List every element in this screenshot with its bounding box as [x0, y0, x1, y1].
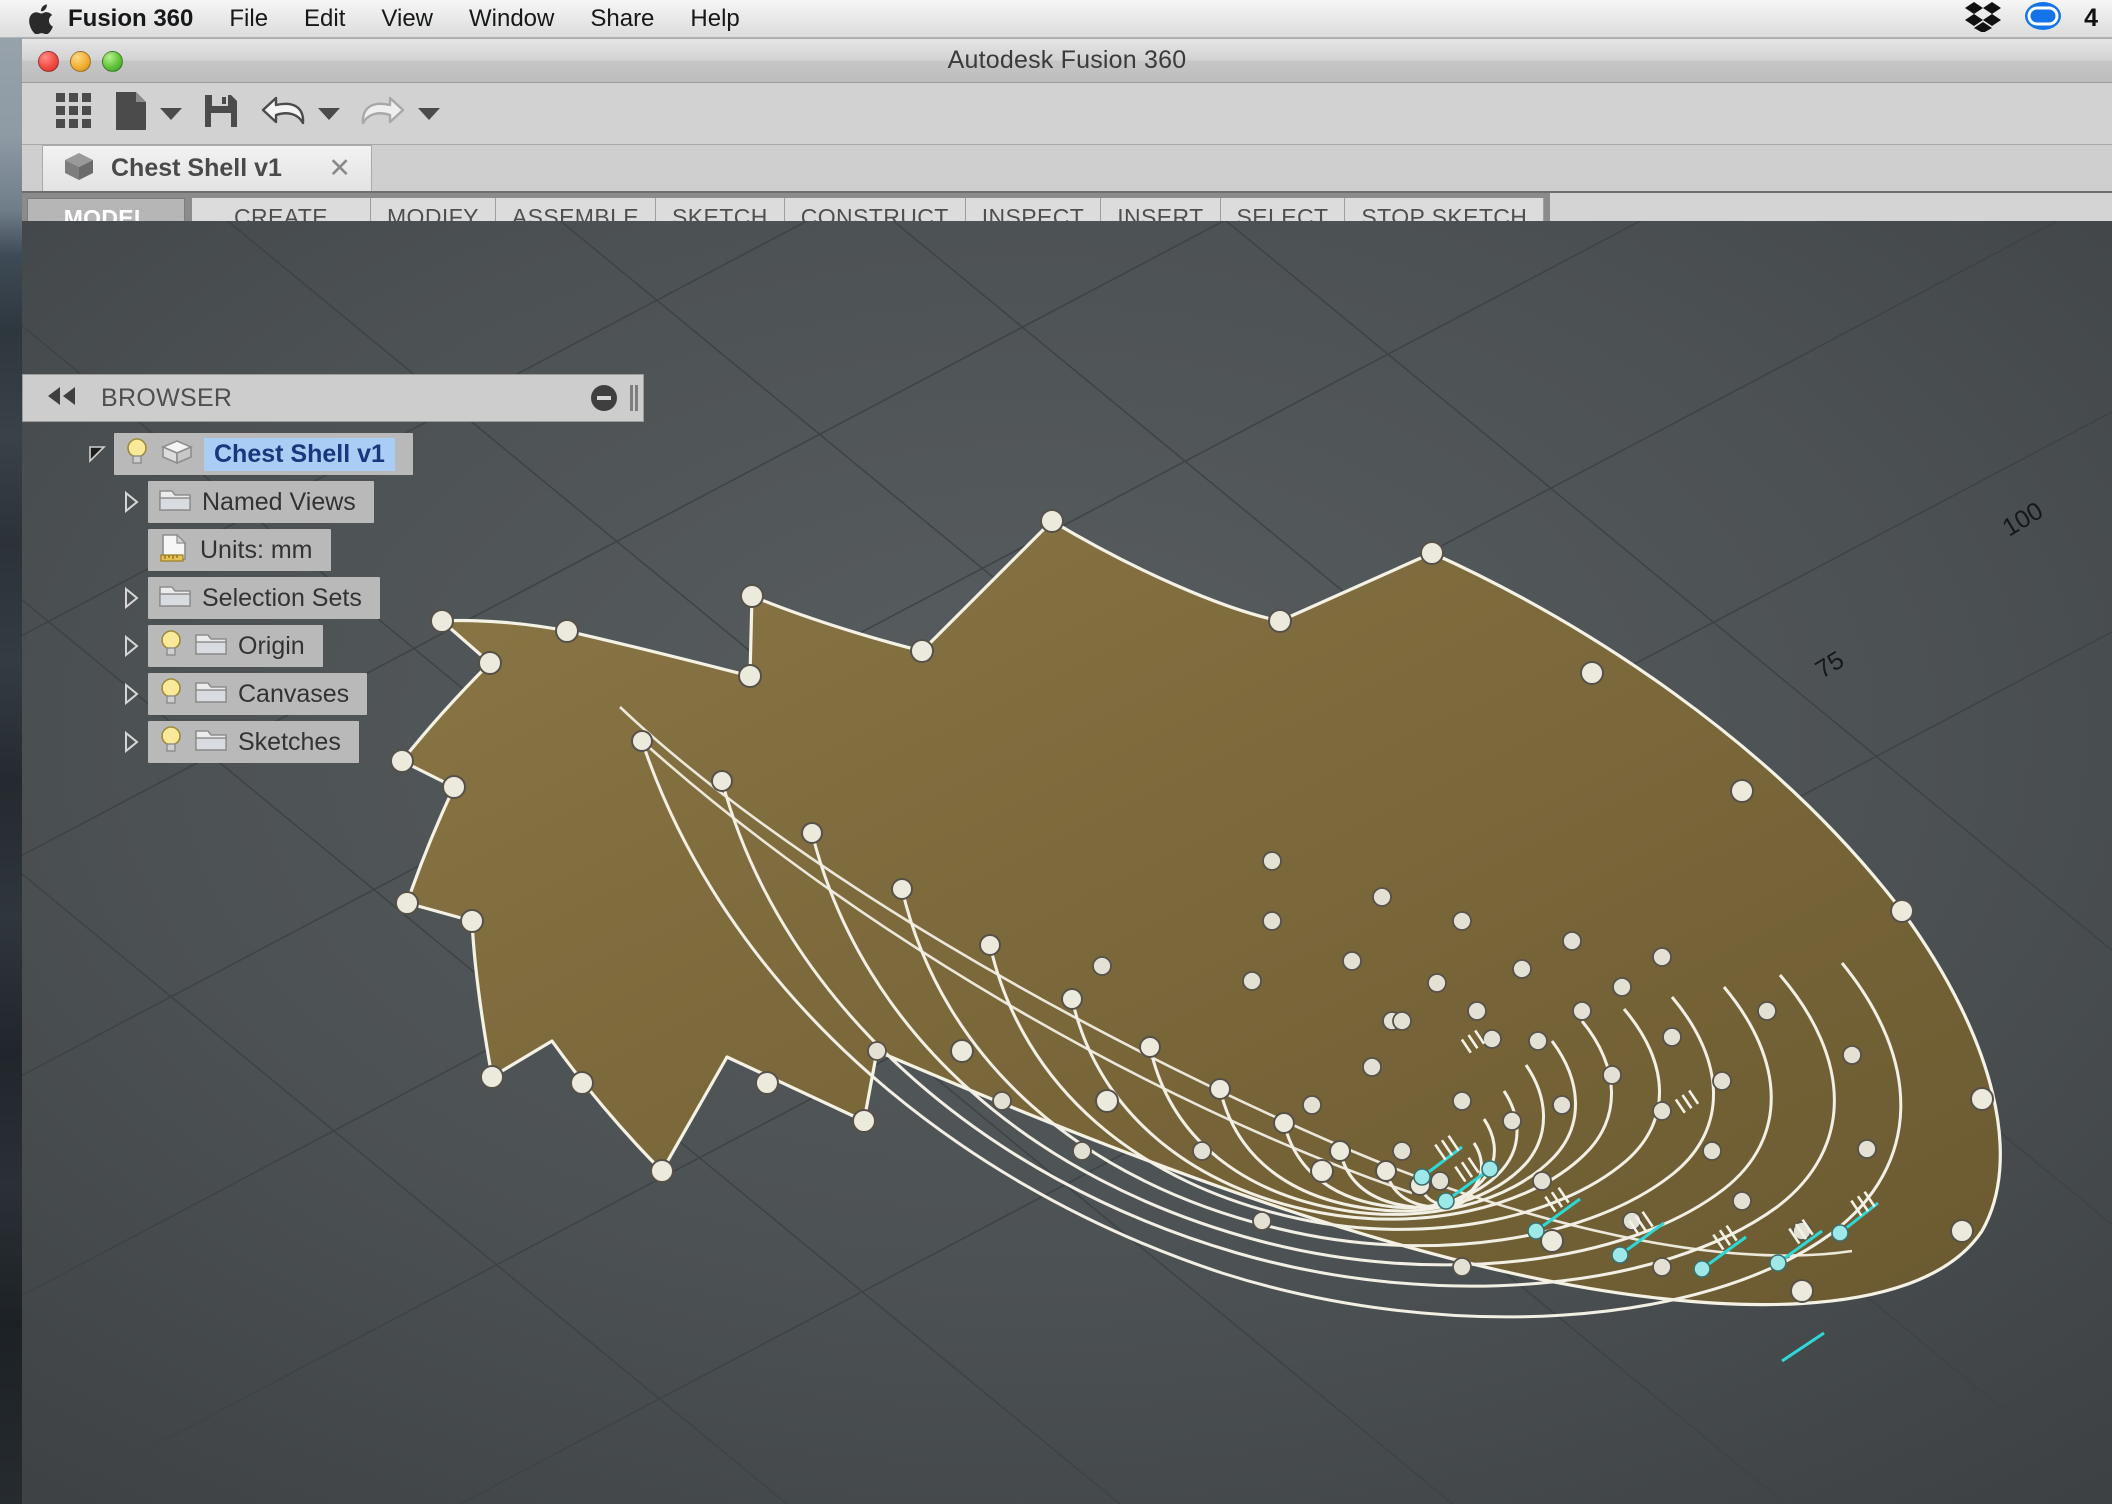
- lightbulb-icon[interactable]: [158, 628, 184, 665]
- tree-item-label: Sketches: [238, 727, 341, 756]
- menu-help[interactable]: Help: [672, 0, 757, 38]
- zoom-button[interactable]: [102, 50, 123, 72]
- undo-dropdown-icon[interactable]: [318, 107, 340, 120]
- tray-badge-count: 4: [2084, 4, 2098, 32]
- tree-item-label: Canvases: [238, 679, 350, 708]
- resize-grip-icon[interactable]: [630, 385, 633, 411]
- tree-row-sketches[interactable]: Sketches: [22, 718, 644, 766]
- units-ruler-icon: [158, 533, 190, 568]
- menu-edit[interactable]: Edit: [286, 0, 363, 38]
- tree-chip-units[interactable]: Units: mm: [148, 529, 331, 571]
- collapse-left-arrows-icon[interactable]: [45, 385, 79, 412]
- window-title: Autodesk Fusion 360: [947, 46, 1187, 74]
- expander-collapsed-icon[interactable]: [114, 730, 148, 754]
- close-button[interactable]: [38, 50, 59, 72]
- window-controls: [38, 39, 123, 83]
- apple-logo-icon[interactable]: [28, 3, 54, 34]
- fusion-360-window: Autodesk Fusion 360 Chest Shell v1 ✕ 100…: [22, 38, 2112, 1504]
- save-floppy-icon: [202, 92, 240, 135]
- new-document-button[interactable]: [106, 89, 156, 139]
- circle-minus-icon[interactable]: [591, 385, 617, 411]
- window-titlebar: Autodesk Fusion 360: [22, 39, 2112, 83]
- lightbulb-icon[interactable]: [158, 724, 184, 761]
- save-button[interactable]: [194, 89, 248, 139]
- expander-collapsed-icon[interactable]: [114, 490, 148, 514]
- tree-item-label: Selection Sets: [202, 583, 362, 612]
- dropbox-icon[interactable]: [1964, 0, 2002, 37]
- lightbulb-icon[interactable]: [158, 676, 184, 713]
- redo-arrow-icon: [360, 91, 406, 136]
- tree-item-label: Named Views: [202, 487, 356, 516]
- quick-access-toolbar: [22, 83, 2112, 145]
- document-icon: [114, 90, 148, 137]
- tree-chip-selection-sets[interactable]: Selection Sets: [148, 577, 380, 619]
- browser-panel: BROWSER Chest Shell v1 Named Views Units…: [22, 374, 644, 766]
- document-tab-chest-shell-v1[interactable]: Chest Shell v1 ✕: [42, 145, 372, 191]
- folder-icon: [194, 678, 228, 711]
- mac-menu-bar: Fusion 360 File Edit View Window Share H…: [0, 0, 2112, 38]
- browser-title: BROWSER: [101, 383, 233, 412]
- menu-app-name[interactable]: Fusion 360: [54, 0, 211, 38]
- creative-cloud-icon[interactable]: [2024, 0, 2062, 37]
- tree-chip-origin[interactable]: Origin: [148, 625, 323, 667]
- document-tab-label: Chest Shell v1: [111, 154, 282, 182]
- browser-tree: Chest Shell v1 Named Views Units: mm Sel…: [22, 422, 644, 766]
- tree-chip-canvases[interactable]: Canvases: [148, 673, 368, 715]
- tree-row-units[interactable]: Units: mm: [22, 526, 644, 574]
- component-cube-icon: [160, 438, 194, 471]
- tree-chip-sketches[interactable]: Sketches: [148, 721, 359, 763]
- minimize-button[interactable]: [70, 50, 91, 72]
- redo-group: [352, 89, 448, 139]
- tree-row-named-views[interactable]: Named Views: [22, 478, 644, 526]
- menu-window[interactable]: Window: [451, 0, 572, 38]
- menu-file[interactable]: File: [211, 0, 286, 38]
- redo-dropdown-icon[interactable]: [418, 107, 440, 120]
- grid-icon: [54, 91, 94, 136]
- new-document-group: [106, 89, 190, 139]
- tree-row-canvases[interactable]: Canvases: [22, 670, 644, 718]
- document-tab-strip: Chest Shell v1 ✕: [22, 145, 2112, 193]
- folder-icon: [158, 486, 192, 519]
- close-icon[interactable]: ✕: [324, 153, 355, 184]
- tree-chip-named-views[interactable]: Named Views: [148, 481, 374, 523]
- tree-row-chest-shell-v1[interactable]: Chest Shell v1: [22, 430, 644, 478]
- show-data-panel-button[interactable]: [46, 89, 102, 139]
- lightbulb-icon[interactable]: [124, 436, 150, 473]
- browser-header: BROWSER: [22, 374, 644, 422]
- folder-icon: [194, 630, 228, 663]
- folder-icon: [194, 726, 228, 759]
- tree-item-label: Chest Shell v1: [204, 437, 395, 471]
- menu-share[interactable]: Share: [572, 0, 672, 38]
- redo-button[interactable]: [352, 89, 414, 139]
- tree-row-selection-sets[interactable]: Selection Sets: [22, 574, 644, 622]
- tree-row-origin[interactable]: Origin: [22, 622, 644, 670]
- undo-arrow-icon: [260, 91, 306, 136]
- undo-group: [252, 89, 348, 139]
- expander-collapsed-icon[interactable]: [114, 682, 148, 706]
- tree-item-label: Units: mm: [200, 535, 313, 564]
- expander-collapsed-icon[interactable]: [114, 586, 148, 610]
- new-document-dropdown-icon[interactable]: [160, 107, 182, 120]
- expander-collapsed-icon[interactable]: [114, 634, 148, 658]
- cube-icon: [61, 149, 97, 188]
- expander-expanded-icon[interactable]: [80, 443, 114, 465]
- tree-chip-chest-shell-v1[interactable]: Chest Shell v1: [114, 433, 413, 475]
- folder-icon: [158, 582, 192, 615]
- undo-button[interactable]: [252, 89, 314, 139]
- menu-view[interactable]: View: [363, 0, 451, 38]
- menu-bar-tray: 4: [1964, 0, 2112, 37]
- tree-item-label: Origin: [238, 631, 305, 660]
